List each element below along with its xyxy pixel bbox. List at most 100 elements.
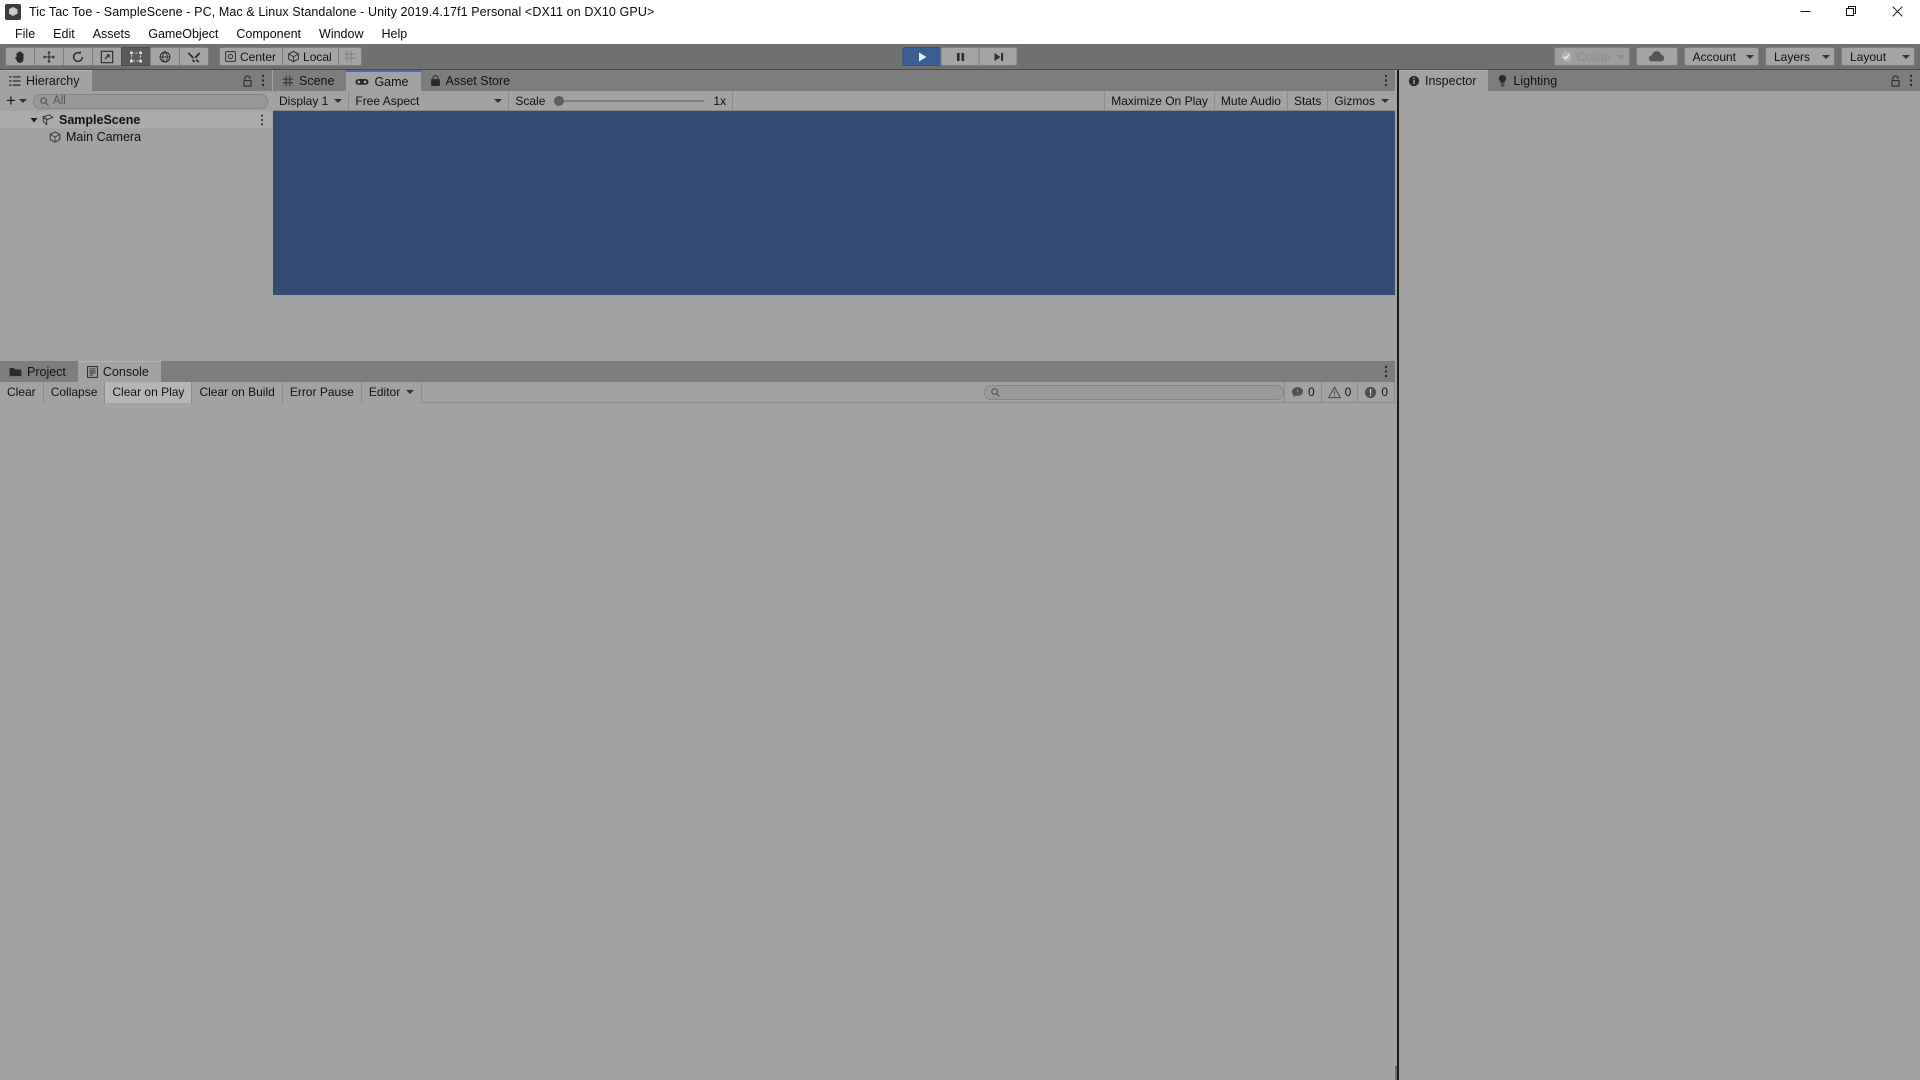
pause-button[interactable] [940,47,980,66]
expand-arrow-icon[interactable] [28,116,39,124]
pivot-mode-button[interactable]: Center [219,47,284,66]
tab-game-label: Game [374,74,409,89]
console-message-list[interactable] [0,403,1395,1080]
warning-count[interactable]: 0 [1320,381,1358,403]
menu-item-help[interactable]: Help [372,24,416,44]
close-button[interactable] [1874,0,1920,24]
account-dropdown[interactable]: Account [1683,47,1759,66]
tab-game[interactable]: Game [346,70,421,91]
custom-editor-tool-button[interactable] [179,47,209,66]
kebab-menu-icon[interactable] [260,114,264,126]
collapse-button[interactable]: Collapse [43,381,106,403]
menu-item-file[interactable]: File [6,24,44,44]
tab-inspector[interactable]: Inspector [1399,70,1489,91]
chevron-down-icon [1902,54,1910,59]
tab-lighting[interactable]: Lighting [1488,70,1570,91]
hierarchy-row-samplescene[interactable]: SampleScene [0,111,272,128]
custom-editor-tool-icon [187,50,201,64]
hierarchy-tree: SampleScene Main Camera [0,111,272,145]
handle-rotation-button[interactable]: Local [282,47,339,66]
error-count[interactable]: 0 [1357,381,1395,403]
menu-item-window[interactable]: Window [310,24,372,44]
lighting-icon [1497,74,1508,87]
layers-label: Layers [1774,49,1811,64]
transform-tool-button[interactable] [150,47,180,66]
kebab-menu-icon[interactable] [1384,365,1388,378]
move-tool-button[interactable] [34,47,64,66]
menu-item-assets[interactable]: Assets [84,24,140,44]
mute-audio-button[interactable]: Mute Audio [1213,90,1287,111]
project-icon [9,366,22,377]
chevron-down-icon[interactable] [1381,98,1389,103]
tab-console[interactable]: Console [77,361,161,382]
hierarchy-toolbar: + All [0,91,272,111]
aspect-dropdown[interactable]: Free Aspect [349,90,510,111]
hand-tool-button[interactable] [5,47,35,66]
collab-button[interactable]: Collab [1553,47,1630,66]
clear-on-play-button[interactable]: Clear on Play [105,381,193,403]
minimize-button[interactable] [1782,0,1828,24]
aspect-label: Free Aspect [355,93,420,108]
console-tabrow-right [1384,361,1395,382]
inspector-panel: Inspector Lighting [1397,70,1920,1080]
layers-dropdown[interactable]: Layers [1765,47,1835,66]
tab-hierarchy[interactable]: Hierarchy [0,70,92,91]
grid-snap-button[interactable] [337,47,362,66]
scale-slider-knob[interactable] [554,95,565,106]
scale-tool-button[interactable] [92,47,122,66]
layout-dropdown[interactable]: Layout [1841,47,1915,66]
play-button[interactable] [902,47,942,66]
console-search-input[interactable] [983,384,1284,400]
kebab-menu-icon[interactable] [1384,74,1388,87]
hierarchy-add-button[interactable]: + [4,92,29,109]
clear-on-build-label: Clear on Build [199,385,275,399]
error-pause-button[interactable]: Error Pause [282,381,362,403]
menu-item-gameobject[interactable]: GameObject [139,24,227,44]
menu-item-edit[interactable]: Edit [44,24,84,44]
hierarchy-search-input[interactable]: All [32,93,268,109]
mute-audio-label: Mute Audio [1220,93,1281,108]
stats-label: Stats [1293,93,1322,108]
console-toolbar: Clear Collapse Clear on Play Clear on Bu… [0,381,1395,403]
step-button[interactable] [978,47,1018,66]
hierarchy-icon [9,75,21,87]
scale-icon [100,50,114,64]
game-view-canvas[interactable] [273,111,1395,295]
stats-button[interactable]: Stats [1286,90,1327,111]
scale-value: 1x [713,93,727,108]
rotate-tool-button[interactable] [63,47,93,66]
maximize-on-play-label: Maximize On Play [1111,93,1208,108]
editor-dropdown[interactable]: Editor [361,381,423,403]
kebab-menu-icon[interactable] [261,74,265,87]
collab-label: Collab [1576,49,1611,64]
unity-icon [5,3,21,20]
search-icon [40,96,49,106]
game-tabrow-right [1384,70,1395,91]
display-dropdown[interactable]: Display 1 [273,90,350,111]
clear-button[interactable]: Clear [0,381,44,403]
maximize-on-play-button[interactable]: Maximize On Play [1104,90,1214,111]
toolbar-right-group: Collab Account Layers Layout [1553,47,1915,66]
error-pause-label: Error Pause [289,385,354,399]
chevron-down-icon [1616,54,1625,59]
collab-check-icon [1560,50,1573,63]
gizmos-button[interactable]: Gizmos [1327,90,1395,111]
log-count[interactable]: ! 0 [1283,381,1321,403]
menu-item-component[interactable]: Component [227,24,310,44]
kebab-menu-icon[interactable] [1909,74,1913,87]
tab-project[interactable]: Project [0,361,78,382]
clear-on-build-button[interactable]: Clear on Build [192,381,283,403]
scale-slider-group[interactable]: Scale 1x [509,90,734,111]
tab-scene[interactable]: Scene [273,70,347,91]
lock-icon[interactable] [242,74,253,87]
inspector-content[interactable] [1399,91,1920,1080]
maximize-button[interactable] [1828,0,1874,24]
hierarchy-row-main-camera[interactable]: Main Camera [0,128,272,145]
scale-slider[interactable] [554,95,705,106]
tab-asset-store[interactable]: Asset Store [420,70,523,91]
rect-tool-button[interactable] [121,47,151,66]
inspector-tabrow-right [1890,70,1920,91]
services-button[interactable] [1635,47,1678,66]
lock-icon[interactable] [1890,74,1901,87]
hierarchy-tabrow: Hierarchy [0,70,272,91]
